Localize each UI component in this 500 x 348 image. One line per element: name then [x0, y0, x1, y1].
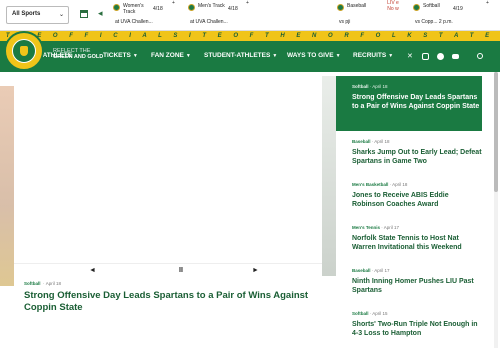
nav-fan-zone[interactable]: FAN ZONE ▼: [151, 52, 191, 59]
game-opponent: vs pji: [339, 19, 351, 25]
news-item[interactable]: Softball · April 15 Shorts' Two-Run Trip…: [336, 303, 482, 338]
nav-ways-to-give[interactable]: WAYS TO GIVE ▼: [287, 52, 341, 59]
university-seal-logo[interactable]: [4, 31, 44, 71]
calendar-icon[interactable]: [80, 10, 88, 18]
scoreboard-bar: All Sports ⌄ ◂ Women's Track 4/18 at UVA…: [0, 0, 500, 31]
listen-live-link[interactable]: LIV e No w: [386, 0, 400, 31]
chevron-down-icon: ▼: [272, 53, 278, 59]
news-date: April 18: [392, 182, 408, 187]
carousel-next-button[interactable]: ►: [252, 267, 259, 274]
tagline: REFLECT THE GREEN AND GOLD: [53, 48, 103, 60]
news-sidebar: Softball · April 18 Strong Offensive Day…: [336, 72, 500, 348]
news-title: Strong Offensive Day Leads Spartans to a…: [352, 94, 480, 110]
chevron-down-icon: ⌄: [58, 12, 64, 18]
game-card-womens-track[interactable]: Women's Track 4/18 at UVA Challen...: [113, 0, 173, 31]
chevron-down-icon: ▼: [132, 53, 138, 59]
chevron-down-icon: ▼: [388, 53, 394, 59]
plus-icon[interactable]: +: [486, 0, 489, 31]
game-opponent: at UVA Challen...: [190, 19, 228, 25]
opponent-logo-icon: [337, 4, 344, 11]
nav-recruits-label: RECRUITS: [353, 52, 387, 59]
game-card-baseball[interactable]: Baseball vs pji: [337, 0, 382, 31]
nav-student-athletes[interactable]: STUDENT-ATHLETES ▼: [204, 52, 277, 59]
news-title: Norfolk State Tennis to Host Nat Warren …: [352, 235, 462, 251]
news-title: Shorts' Two-Run Triple Not Enough in 4-3…: [352, 321, 478, 337]
news-item[interactable]: Men's Tennis · April 17 Norfolk State Te…: [336, 217, 482, 252]
news-sport: Baseball: [352, 268, 371, 273]
hero-story-date: April 18: [45, 281, 62, 286]
news-item[interactable]: Softball · April 18 Strong Offensive Day…: [336, 76, 482, 131]
news-date: April 18: [372, 84, 388, 89]
game-sport: Men's Track: [198, 3, 225, 9]
news-item[interactable]: Baseball · April 17 Ninth Inning Homer P…: [336, 260, 482, 295]
nav-ways-to-give-label: WAYS TO GIVE: [287, 52, 334, 59]
search-icon[interactable]: [477, 53, 483, 59]
sport-filter-select[interactable]: All Sports ⌄: [6, 6, 69, 24]
official-site-stripe: T H E O F F I C I A L S I T E O F T H E …: [0, 31, 500, 49]
news-sport: Men's Tennis: [352, 225, 380, 230]
youtube-icon[interactable]: [452, 54, 459, 59]
x-twitter-icon[interactable]: ✕: [407, 53, 414, 60]
nav-tickets[interactable]: TICKETS ▼: [103, 52, 138, 59]
hero-story-title[interactable]: Strong Offensive Day Leads Spartans to a…: [24, 290, 314, 314]
news-date: April 18: [374, 139, 390, 144]
game-date: 4/19: [453, 6, 463, 12]
news-title: Sharks Jump Out to Early Lead; Defeat Sp…: [352, 149, 482, 165]
news-item[interactable]: Baseball · April 18 Sharks Jump Out to E…: [336, 131, 482, 166]
news-sport: Softball: [352, 311, 369, 316]
game-opponent: at UVA Challen...: [115, 19, 153, 25]
tagline-line2: GREEN AND GOLD: [53, 54, 104, 60]
plus-icon[interactable]: +: [172, 0, 175, 31]
sport-filter-value: All Sports: [12, 11, 41, 17]
chevron-down-icon: ▼: [185, 53, 191, 59]
scores-prev-arrow-icon[interactable]: ◂: [98, 8, 103, 19]
game-card-mens-track[interactable]: Men's Track 4/18 at UVA Challen...: [188, 0, 248, 31]
opponent-logo-icon: [413, 4, 420, 11]
game-opponent: vs Copp... 2 p.m.: [415, 19, 453, 25]
opponent-logo-icon: [188, 4, 195, 11]
hero-image-edge-left: [0, 86, 14, 286]
hero-story-sport: Softball: [24, 281, 41, 286]
chevron-down-icon: ▼: [335, 53, 341, 59]
sidebar-scrollbar-thumb[interactable]: [494, 72, 498, 192]
game-card-softball[interactable]: Softball 4/19 vs Copp... 2 p.m.: [413, 0, 473, 31]
news-date: April 15: [372, 311, 388, 316]
plus-icon[interactable]: +: [246, 0, 249, 31]
news-date: April 17: [374, 268, 390, 273]
news-date: April 17: [383, 225, 400, 230]
nav-fan-zone-label: FAN ZONE: [151, 52, 184, 59]
game-date: 4/18: [228, 6, 238, 12]
news-title: Ninth Inning Homer Pushes LIU Past Spart…: [352, 278, 474, 294]
hero-story-meta: Softball · April 18: [24, 281, 62, 286]
carousel-pause-button[interactable]: II: [179, 267, 183, 274]
game-sport: Softball: [423, 3, 440, 9]
news-sport: Baseball: [352, 139, 371, 144]
hero-image-edge-right: [322, 76, 336, 276]
instagram-icon[interactable]: [422, 53, 429, 60]
opponent-logo-icon: [113, 4, 120, 11]
news-item[interactable]: Men's Basketball · April 18 Jones to Rec…: [336, 174, 482, 209]
news-sport: Men's Basketball: [352, 182, 389, 187]
news-title: Jones to Receive ABIS Eddie Robinson Coa…: [352, 192, 449, 208]
nav-tickets-label: TICKETS: [103, 52, 131, 59]
news-sport: Softball: [352, 84, 369, 89]
carousel-controls: ◄ II ►: [14, 263, 322, 279]
carousel-prev-button[interactable]: ◄: [89, 267, 96, 274]
nav-recruits[interactable]: RECRUITS ▼: [353, 52, 393, 59]
game-sport: Baseball: [347, 3, 367, 9]
game-sport: Women's Track: [123, 3, 144, 15]
nav-student-athletes-label: STUDENT-ATHLETES: [204, 52, 271, 59]
game-date: 4/18: [153, 6, 163, 12]
facebook-icon[interactable]: [437, 53, 444, 60]
